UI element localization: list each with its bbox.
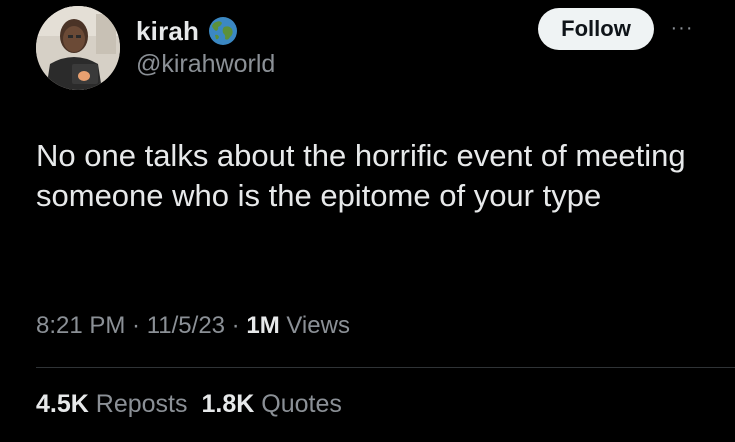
tweet-date[interactable]: 11/5/23: [147, 312, 225, 339]
quotes-stat[interactable]: 1.8K Quotes: [201, 390, 341, 418]
follow-button[interactable]: Follow: [538, 8, 654, 50]
quotes-count: 1.8K: [201, 390, 255, 418]
tweet-meta: 8:21 PM · 11/5/23 · 1M Views: [36, 312, 350, 340]
meta-separator: ·: [125, 312, 147, 339]
author-display-name[interactable]: kirah: [136, 16, 199, 47]
views-label: Views: [279, 312, 350, 339]
meta-separator: ·: [225, 312, 247, 339]
tweet-time[interactable]: 8:21 PM: [36, 312, 125, 339]
tweet-text: No one talks about the horrific event of…: [36, 138, 686, 213]
reposts-stat[interactable]: 4.5K Reposts: [36, 390, 187, 418]
quotes-label: Quotes: [254, 390, 342, 418]
divider: [36, 367, 735, 368]
author-name-row: kirah: [136, 14, 239, 48]
avatar[interactable]: [36, 6, 120, 90]
avatar-photo: [36, 6, 120, 90]
reposts-count: 4.5K: [36, 390, 89, 418]
author-handle[interactable]: @kirahworld: [136, 50, 275, 79]
more-options-icon[interactable]: ···: [664, 17, 700, 39]
tweet-stats: 4.5K Reposts 1.8K Quotes: [36, 390, 342, 419]
views-count: 1M: [246, 312, 280, 339]
globe-emoji-icon: [207, 15, 239, 47]
tweet-card: kirah @kirahworld Follow ··· No one talk…: [0, 0, 735, 442]
reposts-label: Reposts: [88, 390, 188, 418]
